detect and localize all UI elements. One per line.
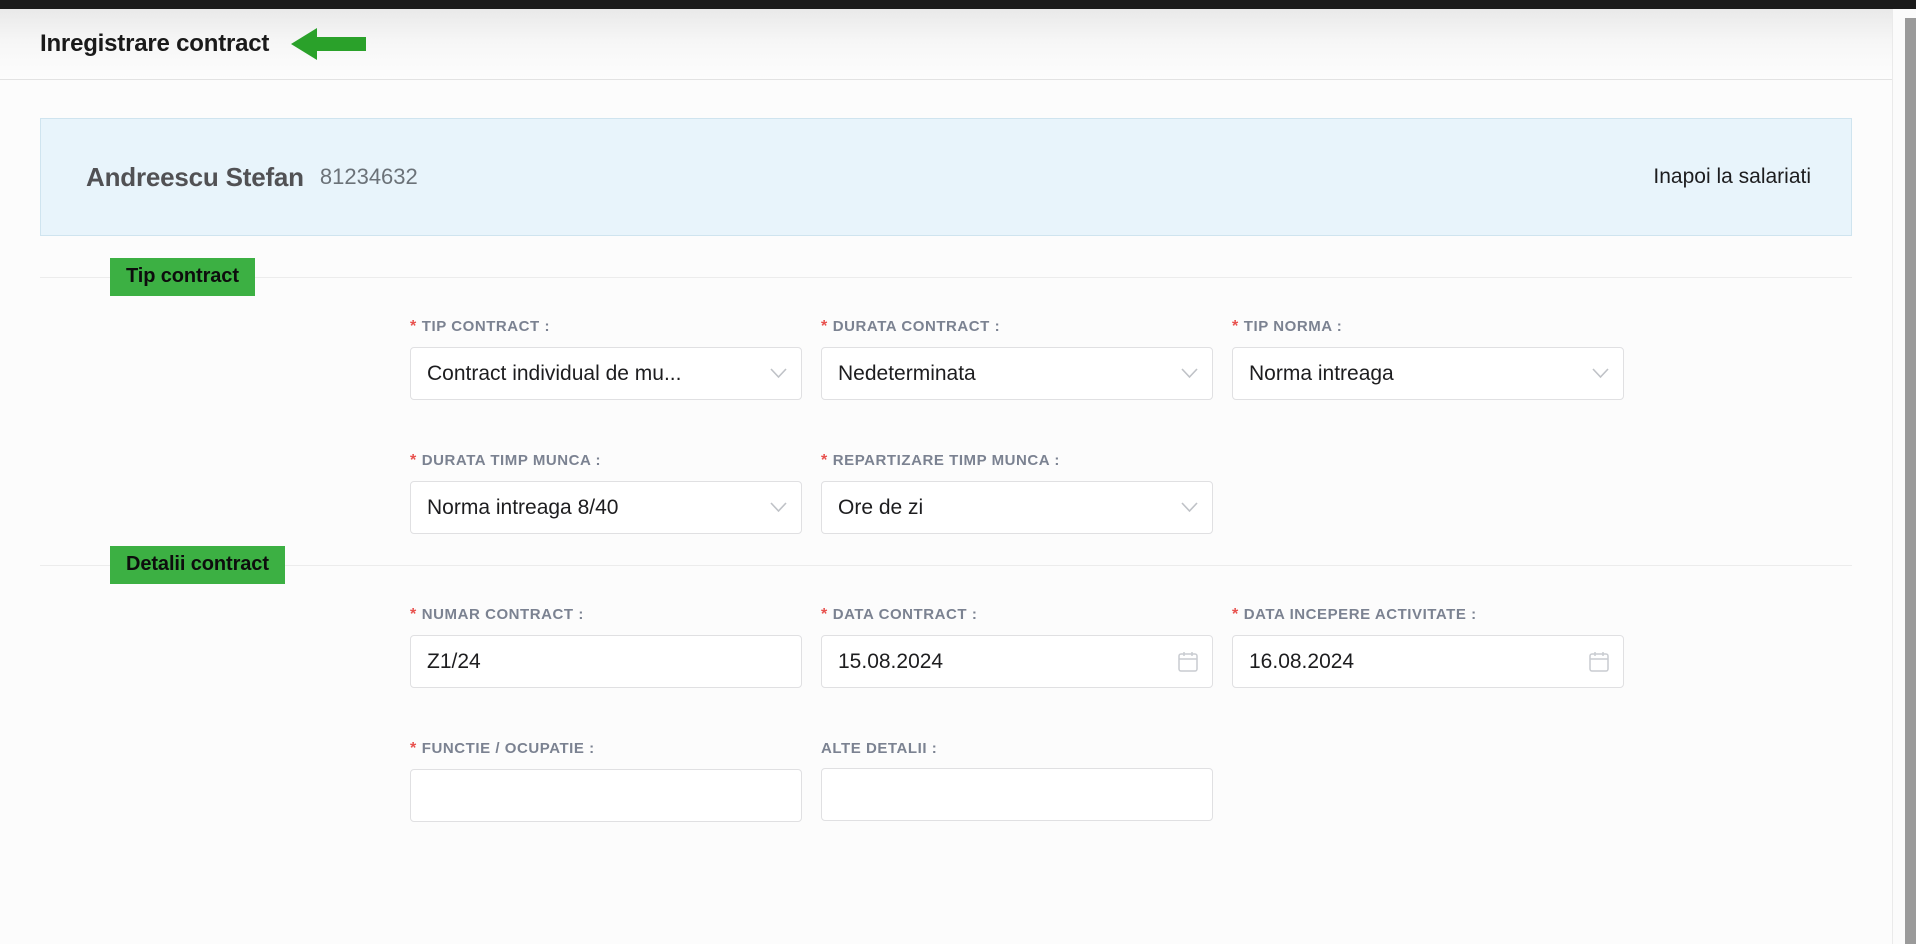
field-label-text: REPARTIZARE TIMP MUNCA :	[832, 452, 1060, 469]
field-label-text: TIP NORMA :	[1243, 318, 1343, 335]
field-label: * TIP NORMA :	[1232, 318, 1624, 336]
field-label-text: TIP CONTRACT :	[421, 318, 551, 335]
page-content: Andreescu Stefan 81234632 Inapoi la sala…	[0, 80, 1892, 944]
field-label: * DURATA CONTRACT :	[821, 318, 1213, 336]
field-tip-contract: * TIP CONTRACT : Contract individual de m…	[410, 318, 802, 400]
field-label-text: NUMAR CONTRACT :	[421, 606, 584, 623]
required-asterisk: *	[1232, 318, 1239, 335]
field-label: * DATA CONTRACT :	[821, 606, 1213, 624]
field-label: * DURATA TIMP MUNCA :	[410, 452, 802, 470]
form-row-contract-details: * NUMAR CONTRACT : Z1/24 * DATA CONTRACT :…	[410, 606, 1643, 688]
field-numar-contract: * NUMAR CONTRACT : Z1/24	[410, 606, 802, 688]
field-label-text: ALTE DETALII :	[821, 740, 938, 757]
select-durata-contract[interactable]: Nedeterminata	[821, 347, 1213, 400]
field-label: * REPARTIZARE TIMP MUNCA :	[821, 452, 1213, 470]
calendar-icon[interactable]	[1178, 651, 1198, 672]
chevron-down-icon[interactable]	[770, 502, 787, 513]
field-label: ALTE DETALII :	[821, 740, 1213, 757]
app-root: Inregistrare contract Andreescu Stefan 8…	[0, 0, 1916, 944]
chevron-down-icon[interactable]	[1181, 502, 1198, 513]
section-chip-label: Detalii contract	[110, 546, 285, 584]
field-durata-contract: * DURATA CONTRACT : Nedeterminata	[821, 318, 1213, 400]
field-durata-timp-munca: * DURATA TIMP MUNCA : Norma intreaga 8/40	[410, 452, 802, 534]
employee-id: 81234632	[319, 164, 418, 189]
field-functie-ocupatie: * FUNCTIE / OCUPATIE :	[410, 740, 802, 822]
field-label: * NUMAR CONTRACT :	[410, 606, 802, 624]
input-data-incepere-activitate[interactable]: 16.08.2024	[1232, 635, 1624, 688]
input-value: 16.08.2024	[1249, 649, 1355, 673]
required-asterisk: *	[1232, 606, 1239, 623]
select-tip-norma[interactable]: Norma intreaga	[1232, 347, 1624, 400]
input-alte-detalii[interactable]	[821, 768, 1213, 821]
select-value: Ore de zi	[838, 495, 924, 519]
field-label: * FUNCTIE / OCUPATIE :	[410, 740, 802, 758]
field-alte-detalii: ALTE DETALII :	[821, 740, 1213, 822]
select-durata-timp-munca[interactable]: Norma intreaga 8/40	[410, 481, 802, 534]
input-value: Z1/24	[427, 649, 481, 673]
required-asterisk: *	[821, 606, 828, 623]
required-asterisk: *	[821, 318, 828, 335]
chevron-down-icon[interactable]	[770, 368, 787, 379]
section-header-detalii-contract: Detalii contract	[40, 546, 1852, 584]
field-repartizare-timp-munca: * REPARTIZARE TIMP MUNCA : Ore de zi	[821, 452, 1213, 534]
form-row-contract-type: * TIP CONTRACT : Contract individual de m…	[410, 318, 1643, 400]
form-row-work-time: * DURATA TIMP MUNCA : Norma intreaga 8/40…	[410, 452, 1232, 534]
select-tip-contract[interactable]: Contract individual de mu...	[410, 347, 802, 400]
required-asterisk: *	[410, 452, 417, 469]
required-asterisk: *	[410, 318, 417, 335]
section-divider	[40, 277, 1852, 278]
vertical-scrollbar-thumb[interactable]	[1905, 18, 1916, 944]
select-value: Nedeterminata	[838, 361, 976, 385]
field-data-incepere-activitate: * DATA INCEPERE ACTIVITATE : 16.08.2024	[1232, 606, 1624, 688]
required-asterisk: *	[410, 606, 417, 623]
field-label: * TIP CONTRACT :	[410, 318, 802, 336]
field-label-text: DATA INCEPERE ACTIVITATE :	[1243, 606, 1477, 623]
section-header-tip-contract: Tip contract	[40, 258, 1852, 296]
input-numar-contract[interactable]: Z1/24	[410, 635, 802, 688]
field-tip-norma: * TIP NORMA : Norma intreaga	[1232, 318, 1624, 400]
input-value: 15.08.2024	[838, 649, 944, 673]
field-label-text: DATA CONTRACT :	[832, 606, 978, 623]
chevron-down-icon[interactable]	[1592, 368, 1609, 379]
required-asterisk: *	[821, 452, 828, 469]
section-divider	[40, 565, 1852, 566]
page-header: Inregistrare contract	[0, 9, 1892, 80]
select-repartizare-timp-munca[interactable]: Ore de zi	[821, 481, 1213, 534]
select-value: Norma intreaga	[1249, 361, 1394, 385]
main-column: Inregistrare contract Andreescu Stefan 8…	[0, 9, 1892, 944]
field-data-contract: * DATA CONTRACT : 15.08.2024	[821, 606, 1213, 688]
input-functie-ocupatie[interactable]	[410, 769, 802, 822]
select-value: Contract individual de mu...	[427, 361, 682, 385]
left-arrow-annotation-icon	[291, 27, 367, 61]
chevron-down-icon[interactable]	[1181, 368, 1198, 379]
input-data-contract[interactable]: 15.08.2024	[821, 635, 1213, 688]
calendar-icon[interactable]	[1589, 651, 1609, 672]
field-label-text: DURATA TIMP MUNCA :	[421, 452, 602, 469]
back-to-employees-link[interactable]: Inapoi la salariati	[1653, 165, 1811, 189]
select-value: Norma intreaga 8/40	[427, 495, 619, 519]
required-asterisk: *	[410, 740, 417, 757]
field-label-text: FUNCTIE / OCUPATIE :	[421, 740, 595, 757]
employee-banner: Andreescu Stefan 81234632 Inapoi la sala…	[40, 118, 1852, 236]
field-label-text: DURATA CONTRACT :	[832, 318, 1001, 335]
employee-name: Andreescu Stefan	[86, 161, 304, 192]
section-chip-label: Tip contract	[110, 258, 255, 296]
field-label: * DATA INCEPERE ACTIVITATE :	[1232, 606, 1624, 624]
form-row-occupation: * FUNCTIE / OCUPATIE : ALTE DETALII :	[410, 740, 1232, 822]
browser-chrome-bar	[0, 0, 1916, 9]
vertical-scrollbar-track[interactable]	[1892, 9, 1916, 944]
page-title: Inregistrare contract	[40, 30, 270, 57]
